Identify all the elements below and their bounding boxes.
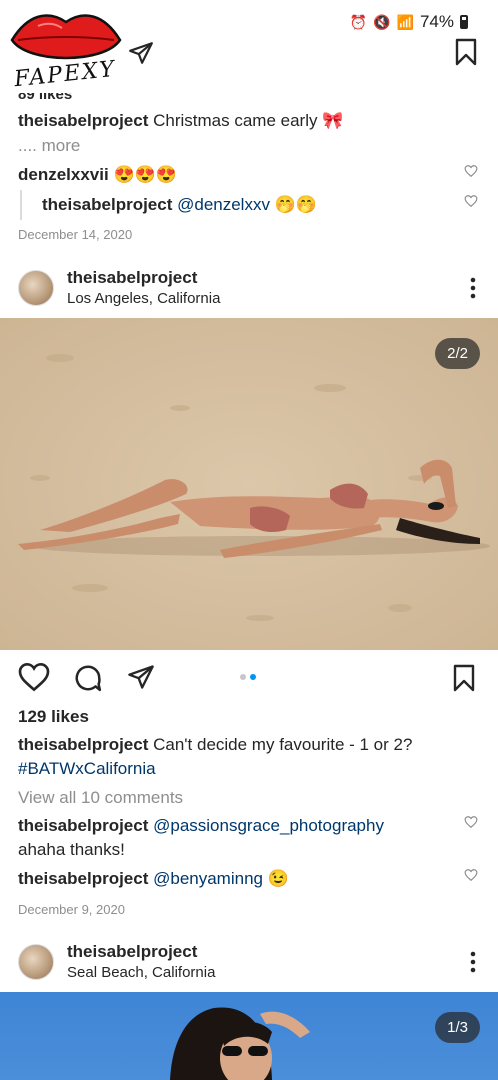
post-photo[interactable]: 1/3 bbox=[0, 992, 498, 1080]
hashtag-link[interactable]: #BATWxCalifornia bbox=[18, 758, 156, 780]
more-options-icon[interactable] bbox=[470, 276, 476, 300]
comment-username[interactable]: theisabelproject bbox=[18, 816, 148, 835]
caption: theisabelproject Can't decide my favouri… bbox=[18, 734, 412, 756]
comment-row: theisabelproject @benyaminng 😉 bbox=[18, 868, 289, 890]
carousel-dot-active bbox=[250, 674, 256, 680]
beach-photo-illustration bbox=[0, 318, 498, 650]
caption: theisabelproject Christmas came early 🎀 bbox=[18, 110, 343, 132]
comment-mention[interactable]: @benyaminng bbox=[153, 869, 263, 888]
carousel-dot bbox=[240, 674, 246, 680]
mute-icon: 🔇 bbox=[373, 13, 391, 30]
post-username[interactable]: theisabelproject bbox=[67, 942, 197, 962]
avatar[interactable] bbox=[18, 270, 54, 306]
status-icons: ⏰ 🔇 📶 74% bbox=[350, 12, 468, 32]
comment-text: ahaha thanks! bbox=[18, 840, 125, 859]
comment-username[interactable]: denzelxxvii bbox=[18, 165, 109, 184]
caption-username[interactable]: theisabelproject bbox=[18, 735, 148, 754]
image-counter: 1/3 bbox=[435, 1012, 480, 1043]
comment-row: theisabelproject @passionsgrace_photogra… bbox=[18, 815, 384, 837]
comment-text: 😍😍😍 bbox=[113, 165, 177, 184]
image-counter: 2/2 bbox=[435, 338, 480, 369]
post-date: December 9, 2020 bbox=[18, 902, 125, 917]
battery-icon bbox=[460, 15, 468, 29]
battery-text: 74% bbox=[419, 12, 454, 31]
like-icon[interactable] bbox=[18, 662, 50, 692]
comment-username[interactable]: theisabelproject bbox=[18, 869, 148, 888]
like-comment-icon[interactable] bbox=[464, 868, 478, 882]
post-header: theisabelproject Seal Beach, California bbox=[0, 936, 498, 996]
save-icon[interactable] bbox=[452, 664, 476, 692]
avatar[interactable] bbox=[18, 944, 54, 980]
comment-icon[interactable] bbox=[73, 663, 103, 693]
caption-text: Christmas came early 🎀 bbox=[153, 111, 344, 130]
bookmark-icon[interactable] bbox=[454, 38, 478, 71]
reply-thread-line bbox=[20, 190, 22, 220]
view-all-comments[interactable]: View all 10 comments bbox=[18, 787, 183, 809]
more-link[interactable]: .... more bbox=[18, 135, 80, 157]
alarm-icon: ⏰ bbox=[349, 13, 368, 30]
comment-text: 😉 bbox=[267, 869, 289, 888]
post-location[interactable]: Los Angeles, California bbox=[67, 290, 220, 307]
reply-text: @denzelxxv 🤭🤭 bbox=[177, 195, 318, 214]
carousel-indicator bbox=[240, 674, 256, 680]
share-post-icon[interactable] bbox=[127, 663, 155, 691]
post-location[interactable]: Seal Beach, California bbox=[67, 964, 215, 981]
post-date: December 14, 2020 bbox=[18, 227, 133, 242]
like-comment-icon[interactable] bbox=[464, 815, 478, 829]
share-icon[interactable] bbox=[128, 40, 154, 71]
like-comment-icon[interactable] bbox=[464, 164, 478, 178]
reply-row: theisabelproject @denzelxxv 🤭🤭 bbox=[42, 194, 317, 216]
more-options-icon[interactable] bbox=[470, 950, 476, 974]
comment-row: denzelxxvii 😍😍😍 bbox=[18, 164, 177, 186]
portrait-photo-illustration bbox=[170, 1007, 310, 1080]
post-header: theisabelproject Los Angeles, California bbox=[0, 262, 498, 322]
wifi-icon: 📶 bbox=[396, 13, 414, 30]
comment-mention[interactable]: @passionsgrace_photography bbox=[153, 816, 384, 835]
post-username[interactable]: theisabelproject bbox=[67, 268, 197, 288]
likes-count[interactable]: 129 likes bbox=[18, 706, 89, 728]
post-actions bbox=[0, 660, 498, 696]
caption-text: Can't decide my favourite - 1 or 2? bbox=[153, 735, 413, 754]
caption-username[interactable]: theisabelproject bbox=[18, 111, 148, 130]
post-photo[interactable]: 2/2 bbox=[0, 318, 498, 650]
reply-username[interactable]: theisabelproject bbox=[42, 195, 172, 214]
watermark-logo: FAPEXY bbox=[8, 6, 128, 92]
like-reply-icon[interactable] bbox=[464, 194, 478, 208]
